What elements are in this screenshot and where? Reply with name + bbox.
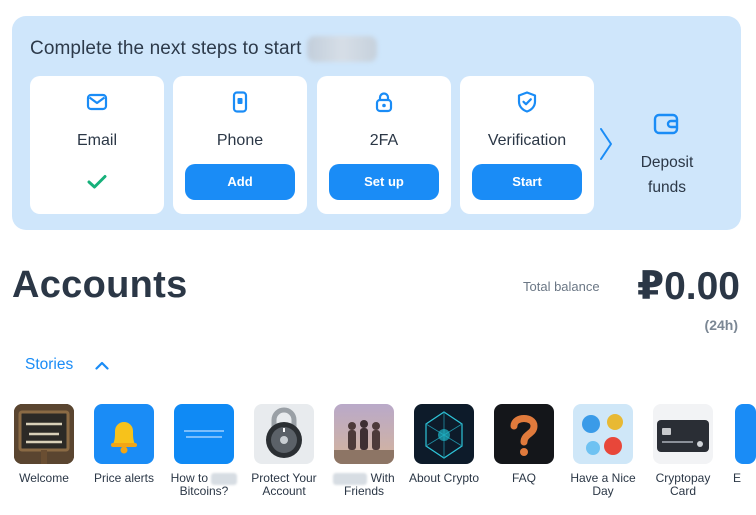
chevron-up-icon [95, 361, 109, 370]
question-mark-icon [510, 415, 538, 456]
add-phone-button[interactable]: Add [185, 164, 295, 200]
checkmark-icon [87, 175, 107, 189]
step-email-card[interactable]: Email [30, 76, 164, 214]
stories-toggle[interactable]: Stories [25, 356, 109, 374]
story-label: FAQ [511, 471, 536, 485]
friends-thumbnail [334, 404, 394, 464]
story-cryptopay-card[interactable]: Cryptopay Card [644, 404, 722, 498]
start-verification-button[interactable]: Start [472, 164, 582, 200]
wallet-icon [653, 113, 679, 135]
story-label: Have a Nice Day [570, 471, 636, 498]
step-verification-card: Verification Start [460, 76, 594, 214]
card-thumbnail [653, 404, 713, 464]
partial-thumbnail [735, 404, 756, 464]
story-welcome[interactable]: Welcome [5, 404, 83, 485]
question-mark-thumbnail [494, 404, 554, 464]
story-label: Protect Your Account [251, 471, 317, 498]
story-label: Cryptopay Card [655, 471, 711, 498]
story-faq[interactable]: FAQ [485, 404, 563, 485]
balloons-thumbnail [573, 404, 633, 464]
step-2fa-label: 2FA [369, 132, 399, 149]
lock-icon [375, 92, 393, 113]
stories-toggle-label: Stories [25, 356, 74, 373]
story-protect-account[interactable]: Protect Your Account [245, 404, 323, 498]
setup-2fa-button[interactable]: Set up [329, 164, 439, 200]
total-balance-label: Total balance [523, 279, 600, 294]
story-label: Welcome [19, 471, 69, 485]
story-about-crypto[interactable]: About Crypto [405, 404, 483, 485]
envelope-icon [86, 93, 108, 111]
balance-period: (24h) [704, 317, 738, 333]
onboarding-panel: Complete the next steps to start Email P… [12, 16, 741, 230]
step-verification-label: Verification [487, 132, 567, 149]
redacted-username [307, 36, 378, 62]
phone-icon [232, 91, 248, 113]
story-price-alerts[interactable]: Price alerts [85, 404, 163, 485]
story-partial[interactable]: E [723, 404, 756, 485]
story-label: Price alerts [93, 471, 155, 485]
accounts-heading: Accounts [12, 264, 188, 306]
bell-thumbnail [94, 404, 154, 464]
combination-lock-icon [266, 407, 302, 458]
how-to-thumbnail [174, 404, 234, 464]
onboarding-title-text: Complete the next steps to start [30, 38, 302, 59]
shield-check-icon [517, 91, 537, 113]
story-how-to-bitcoins[interactable]: How to Bitcoins? [165, 404, 243, 498]
total-balance-value: ₽0.00 [636, 265, 740, 308]
step-2fa-card: 2FA Set up [317, 76, 451, 214]
bell-icon [111, 422, 137, 454]
story-with-friends[interactable]: With Friends [325, 404, 403, 498]
padlock-thumbnail [254, 404, 314, 464]
step-phone-label: Phone [216, 132, 264, 149]
chevron-right-icon [600, 128, 612, 160]
story-label: About Crypto [408, 471, 480, 485]
step-email-label: Email [76, 132, 117, 149]
story-label: How to Bitcoins? [165, 472, 243, 498]
step-phone-card: Phone Add [173, 76, 307, 214]
onboarding-title: Complete the next steps to start [30, 36, 378, 62]
deposit-funds-link[interactable]: Deposit funds [628, 150, 706, 200]
crypto-network-thumbnail [414, 404, 474, 464]
welcome-sign-thumbnail [14, 404, 74, 464]
story-label: With Friends [325, 472, 403, 498]
story-label: E [733, 471, 742, 485]
credit-card-icon [657, 420, 709, 452]
story-have-a-nice-day[interactable]: Have a Nice Day [564, 404, 642, 498]
